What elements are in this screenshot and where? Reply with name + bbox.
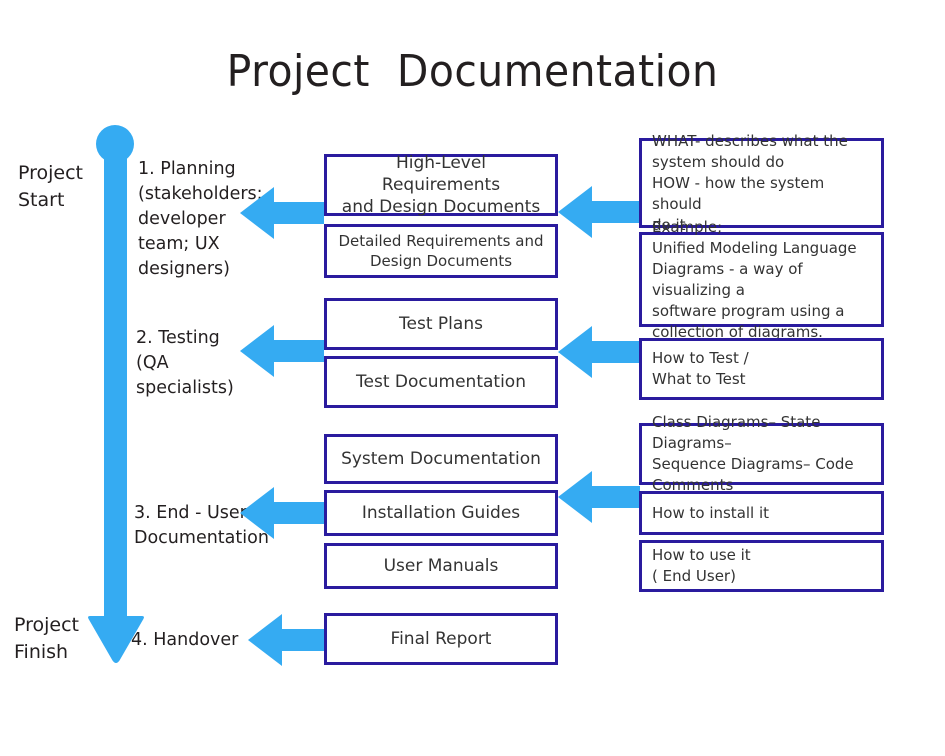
doc-box-user-manuals[interactable]: User Manuals <box>324 543 558 589</box>
doc-box-label: System Documentation <box>341 449 541 469</box>
note-box-label: How to Test / What to Test <box>652 349 749 388</box>
note-box-label: How to install it <box>652 503 770 522</box>
stage-label-testing: 2. Testing (QA specialists) <box>136 328 234 398</box>
arrow-notes-to-tests-icon <box>558 326 640 378</box>
doc-box-high-level-requirements[interactable]: High-Level Requirements and Design Docum… <box>324 153 558 217</box>
diagram-canvas: Project Documentation Project Start Proj… <box>0 0 945 756</box>
arrow-to-testing-icon <box>240 325 324 377</box>
page-title: Project Documentation <box>226 46 719 97</box>
project-finish-label: Project Finish <box>14 614 80 663</box>
doc-box-label: Installation Guides <box>361 503 521 523</box>
timeline-shaft <box>104 138 127 622</box>
doc-box-final-report[interactable]: Final Report <box>324 613 558 665</box>
doc-box-test-plans[interactable]: Test Plans <box>324 298 558 350</box>
note-box-label: How to use it ( End User) <box>652 546 751 585</box>
note-box-uml-example[interactable]: Example; Unified Modeling Language Diagr… <box>639 218 884 341</box>
stage-label-handover: 4. Handover <box>131 630 239 650</box>
note-box-label: Example; Unified Modeling Language Diagr… <box>652 217 857 341</box>
arrow-notes-to-requirements-icon <box>558 186 640 238</box>
doc-box-label: Test Plans <box>399 314 483 334</box>
arrow-to-planning-icon <box>240 187 324 239</box>
doc-box-installation-guides[interactable]: Installation Guides <box>324 490 558 536</box>
note-box-what-how[interactable]: WHAT- describes what the system should d… <box>639 132 884 234</box>
doc-box-label: High-Level Requirements and Design Docum… <box>341 153 541 217</box>
doc-box-system-documentation[interactable]: System Documentation <box>324 434 558 484</box>
arrow-to-handover-icon <box>248 614 326 666</box>
note-box-diagram-types[interactable]: Class Diagrams– State Diagrams– Sequence… <box>639 413 884 494</box>
doc-box-detailed-requirements[interactable]: Detailed Requirements and Design Documen… <box>324 224 558 278</box>
arrow-to-end-user-icon <box>240 487 324 539</box>
note-box-how-to-install[interactable]: How to install it <box>639 491 884 535</box>
note-box-how-what-test[interactable]: How to Test / What to Test <box>639 338 884 400</box>
doc-box-label: Test Documentation <box>356 372 526 392</box>
doc-box-label: Final Report <box>390 629 492 649</box>
project-start-label: Project Start <box>18 162 84 211</box>
doc-box-label: Detailed Requirements and Design Documen… <box>338 232 544 270</box>
doc-box-label: User Manuals <box>383 556 499 576</box>
note-box-label: Class Diagrams– State Diagrams– Sequence… <box>652 413 854 494</box>
doc-box-test-documentation[interactable]: Test Documentation <box>324 356 558 408</box>
note-box-how-to-use[interactable]: How to use it ( End User) <box>639 540 884 592</box>
arrow-notes-to-enduser-icon <box>558 471 640 523</box>
